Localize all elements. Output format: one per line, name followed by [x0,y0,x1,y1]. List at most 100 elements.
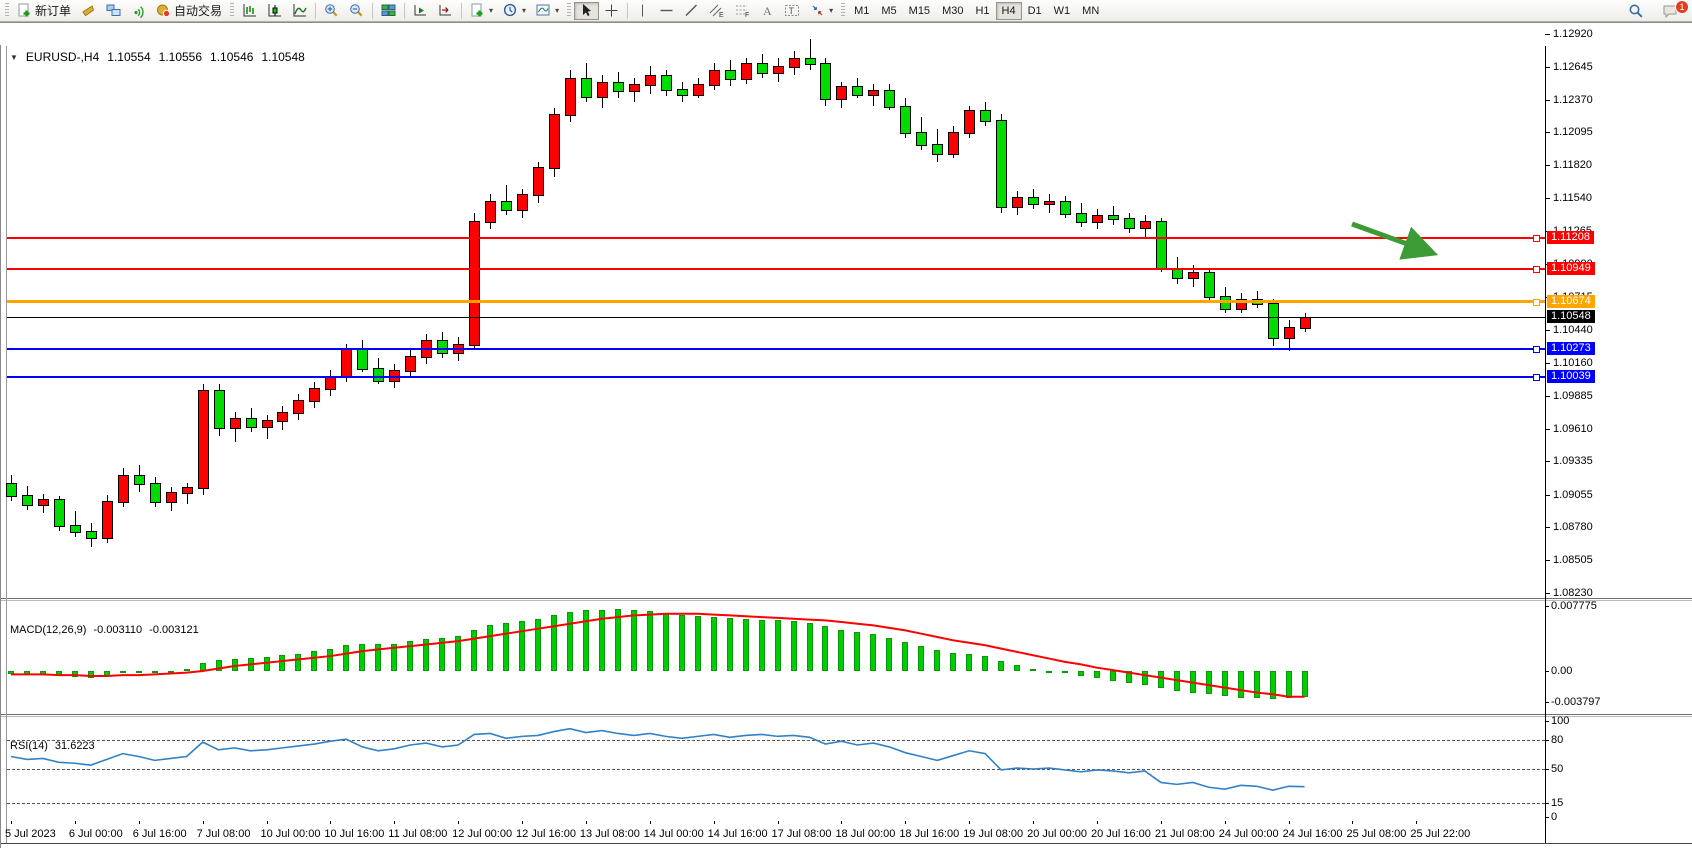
timeframe-m15-button[interactable]: M15 [903,2,936,20]
date-label[interactable]: 6 Jul 00:00 [69,828,123,840]
time-tick[interactable] [969,821,970,824]
date-label[interactable]: 18 Jul 16:00 [899,828,959,840]
time-tick[interactable] [1097,821,1098,824]
time-tick[interactable] [650,821,651,824]
date-label[interactable]: 12 Jul 00:00 [452,828,512,840]
date-label[interactable]: 7 Jul 08:00 [197,828,251,840]
date-label[interactable]: 21 Jul 08:00 [1155,828,1215,840]
date-label[interactable]: 19 Jul 08:00 [963,828,1023,840]
candlestick-chart-button[interactable] [262,2,287,20]
date-label[interactable]: 5 Jul 2023 [5,828,56,840]
horizontal-line-object[interactable] [7,348,1545,350]
templates-button[interactable]: ▾ [531,2,564,20]
equidistant-channel-button[interactable]: E [704,2,730,20]
arrows-button[interactable]: ▾ [805,2,838,20]
date-label[interactable]: 14 Jul 00:00 [644,828,704,840]
notifications-button[interactable]: 1 [1657,2,1684,20]
timeframe-mn-button[interactable]: MN [1076,2,1105,20]
chart-shift-button[interactable] [433,2,458,20]
toolbar-drag-handle[interactable] [567,3,571,18]
trendline-button[interactable] [679,2,704,20]
vertical-line-button[interactable] [631,2,654,20]
horizontal-line-object[interactable] [7,376,1545,378]
periods-button[interactable]: ▾ [498,2,531,20]
timeframe-m30-button[interactable]: M30 [936,2,969,20]
date-label[interactable]: 24 Jul 00:00 [1219,828,1279,840]
line-handle[interactable] [1533,266,1540,273]
date-label[interactable]: 25 Jul 22:00 [1410,828,1470,840]
date-label[interactable]: 10 Jul 16:00 [324,828,384,840]
time-tick[interactable] [1352,821,1353,824]
collapse-objects-icon[interactable]: ▼ [10,53,18,62]
date-label[interactable]: 18 Jul 00:00 [835,828,895,840]
monitors-button[interactable] [101,2,126,20]
date-label[interactable]: 20 Jul 00:00 [1027,828,1087,840]
timeframe-m1-button[interactable]: M1 [848,2,875,20]
toolbar-drag-handle[interactable] [841,3,845,18]
cursor-button[interactable] [574,2,599,20]
text-button[interactable]: A [756,2,779,20]
date-label[interactable]: 25 Jul 08:00 [1346,828,1406,840]
time-tick[interactable] [75,821,76,824]
text-label-button[interactable]: T [779,2,805,20]
timeframe-h1-button[interactable]: H1 [969,2,995,20]
time-tick[interactable] [905,821,906,824]
date-label[interactable]: 13 Jul 08:00 [580,828,640,840]
new-order-button[interactable]: 新订单 [12,2,76,20]
horizontal-line-object[interactable] [7,300,1545,303]
horizontal-line-button[interactable] [654,2,679,20]
time-tick[interactable] [522,821,523,824]
time-tick[interactable] [586,821,587,824]
horn-button[interactable] [76,2,101,20]
line-handle[interactable] [1533,299,1540,306]
time-tick[interactable] [778,821,779,824]
line-handle[interactable] [1533,235,1540,242]
time-tick[interactable] [267,821,268,824]
toolbar-drag-handle[interactable] [230,3,234,18]
search-button[interactable] [1623,2,1649,20]
tile-windows-button[interactable] [376,2,401,20]
time-tick[interactable] [330,821,331,824]
horizontal-line-object[interactable] [7,268,1545,270]
time-tick[interactable] [1161,821,1162,824]
date-label[interactable]: 12 Jul 16:00 [516,828,576,840]
line-handle[interactable] [1533,346,1540,353]
time-tick[interactable] [1289,821,1290,824]
auto-scroll-button[interactable] [408,2,433,20]
time-tick[interactable] [841,821,842,824]
timeframe-h4-button[interactable]: H4 [996,2,1022,20]
date-label[interactable]: 20 Jul 16:00 [1091,828,1151,840]
zoom-in-button[interactable] [319,2,344,20]
macd-bar [1014,665,1020,671]
timeframe-w1-button[interactable]: W1 [1048,2,1077,20]
time-tick[interactable] [1033,821,1034,824]
time-tick[interactable] [1225,821,1226,824]
date-label[interactable]: 14 Jul 16:00 [708,828,768,840]
line-chart-button[interactable] [287,2,312,20]
macd-bar [679,615,685,671]
time-tick[interactable] [458,821,459,824]
toolbar-drag-handle[interactable] [5,3,9,18]
date-label[interactable]: 24 Jul 16:00 [1283,828,1343,840]
time-tick[interactable] [394,821,395,824]
timeframe-d1-button[interactable]: D1 [1022,2,1048,20]
date-label[interactable]: 11 Jul 08:00 [388,828,447,840]
zoom-out-button[interactable] [344,2,369,20]
date-label[interactable]: 10 Jul 00:00 [261,828,321,840]
signals-button[interactable] [126,2,151,20]
timeframe-m5-button[interactable]: M5 [875,2,902,20]
fibonacci-button[interactable]: F [730,2,756,20]
time-tick[interactable] [203,821,204,824]
line-handle[interactable] [1533,374,1540,381]
time-tick[interactable] [11,821,12,824]
crosshair-button[interactable] [599,2,624,20]
auto-trading-button[interactable]: 自动交易 [151,2,227,20]
time-tick[interactable] [1416,821,1417,824]
time-tick[interactable] [139,821,140,824]
horizontal-line-object[interactable] [7,237,1545,239]
indicators-button[interactable]: ▾ [465,2,498,20]
date-label[interactable]: 17 Jul 08:00 [772,828,832,840]
bar-chart-button[interactable] [237,2,262,20]
time-tick[interactable] [714,821,715,824]
date-label[interactable]: 6 Jul 16:00 [133,828,187,840]
